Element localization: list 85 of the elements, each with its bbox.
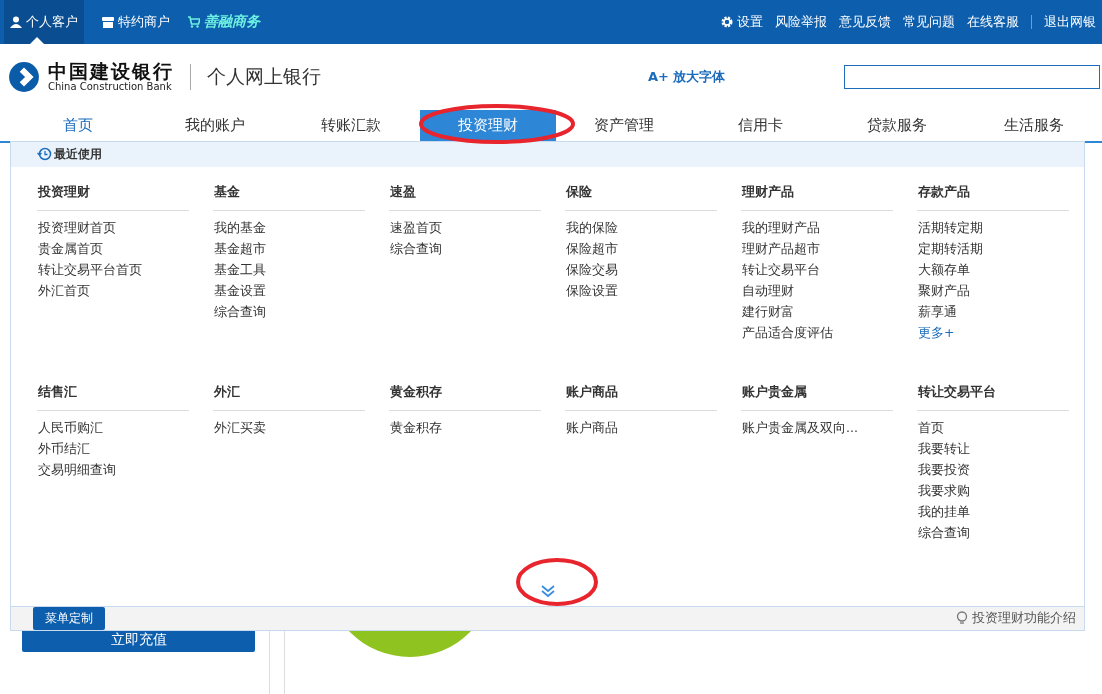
settings-icon [721, 16, 733, 28]
menu-link[interactable]: 理财产品超市 [741, 237, 893, 259]
menu-link[interactable]: 综合查询 [917, 521, 1069, 543]
section-title: 存款产品 [917, 182, 1069, 211]
menu-link[interactable]: 基金超市 [213, 237, 365, 259]
menu-link[interactable]: 保险设置 [565, 279, 717, 301]
top-link[interactable]: 特约商户 [102, 0, 170, 44]
person-icon [10, 16, 22, 28]
menu-link[interactable]: 账户贵金属及双向... [741, 416, 893, 438]
menu-link[interactable]: 基金设置 [213, 279, 365, 301]
nav-tab[interactable]: 生活服务 [965, 110, 1102, 141]
bank-logo-icon [8, 61, 40, 93]
recent-label: 最近使用 [54, 145, 102, 163]
nav-tab[interactable]: 我的账户 [146, 110, 283, 141]
menu-link[interactable]: 首页 [917, 416, 1069, 438]
menu-link[interactable]: 我的理财产品 [741, 216, 893, 238]
expand-chevron-icon[interactable] [539, 584, 556, 599]
section-title: 理财产品 [741, 182, 893, 211]
menu-link[interactable]: 更多+ [917, 321, 1069, 343]
section-title: 速盈 [389, 182, 541, 211]
menu-link[interactable]: 综合查询 [389, 237, 541, 259]
nav-tab[interactable]: 首页 [10, 110, 147, 141]
menu-link[interactable]: 保险交易 [565, 258, 717, 280]
menu-link[interactable]: 人民币购汇 [37, 416, 189, 438]
nav-tab[interactable]: 资产管理 [556, 110, 693, 141]
section-title: 保险 [565, 182, 717, 211]
menu-link[interactable]: 保险超市 [565, 237, 717, 259]
shop-icon [102, 16, 114, 28]
section-title: 外汇 [213, 382, 365, 411]
menu-link[interactable]: 账户商品 [565, 416, 717, 438]
section-title: 投资理财 [37, 182, 189, 211]
section-title: 账户贵金属 [741, 382, 893, 411]
cart-icon [188, 16, 200, 28]
enlarge-font-link[interactable]: A+ 放大字体 [648, 68, 838, 86]
menu-link[interactable]: 转让交易平台首页 [37, 258, 189, 280]
menu-link[interactable]: 外汇买卖 [213, 416, 365, 438]
menu-customize-button[interactable]: 菜单定制 [33, 606, 105, 630]
menu-link[interactable]: 活期转定期 [917, 216, 1069, 238]
search-field[interactable] [844, 65, 1100, 89]
bank-name: 中国建设银行 [48, 61, 174, 81]
top-link[interactable]: 在线客服 [967, 0, 1019, 44]
menu-link[interactable]: 建行财富 [741, 300, 893, 322]
menu-link[interactable]: 我要求购 [917, 479, 1069, 501]
top-link[interactable]: 善融商务 [188, 0, 260, 44]
menu-link[interactable]: 大额存单 [917, 258, 1069, 280]
section-title: 基金 [213, 182, 365, 211]
menu-link[interactable]: 我的保险 [565, 216, 717, 238]
menu-link[interactable]: 自动理财 [741, 279, 893, 301]
caret-icon [30, 37, 44, 44]
section-title: 结售汇 [37, 382, 189, 411]
feature-intro-link[interactable]: 投资理财功能介绍 [956, 609, 1076, 628]
section-title: 转让交易平台 [917, 382, 1069, 411]
menu-link[interactable]: 黄金积存 [389, 416, 541, 438]
section-title: 账户商品 [565, 382, 717, 411]
menu-link[interactable]: 综合查询 [213, 300, 365, 322]
menu-link[interactable]: 我要投资 [917, 458, 1069, 480]
menu-link[interactable]: 速盈首页 [389, 216, 541, 238]
nav-tab[interactable]: 贷款服务 [829, 110, 966, 141]
menu-link[interactable]: 定期转活期 [917, 237, 1069, 259]
nav-tab[interactable]: 转账汇款 [283, 110, 420, 141]
menu-link[interactable]: 外汇首页 [37, 279, 189, 301]
menu-link[interactable]: 基金工具 [213, 258, 365, 280]
top-link[interactable]: 风险举报 [775, 0, 827, 44]
menu-link[interactable]: 我的挂单 [917, 500, 1069, 522]
menu-link[interactable]: 产品适合度评估 [741, 321, 893, 343]
history-icon [37, 147, 52, 162]
menu-link[interactable]: 投资理财首页 [37, 216, 189, 238]
top-link[interactable]: 意见反馈 [839, 0, 891, 44]
section-title: 黄金积存 [389, 382, 541, 411]
menu-link[interactable]: 我的基金 [213, 216, 365, 238]
menu-link[interactable]: 交易明细查询 [37, 458, 189, 480]
nav-tab[interactable]: 信用卡 [692, 110, 829, 141]
site-title: 个人网上银行 [207, 64, 321, 89]
menu-link[interactable]: 我要转让 [917, 437, 1069, 459]
top-link[interactable]: 个人客户 [4, 0, 84, 44]
top-link[interactable]: 常见问题 [903, 0, 955, 44]
top-link[interactable]: 退出网银 [1044, 0, 1096, 44]
bank-name-english: China Construction Bank [48, 81, 173, 93]
menu-link[interactable]: 外币结汇 [37, 437, 189, 459]
lightbulb-icon [956, 611, 968, 626]
top-link[interactable]: 设置 [721, 0, 763, 44]
menu-link[interactable]: 贵金属首页 [37, 237, 189, 259]
menu-link[interactable]: 转让交易平台 [741, 258, 893, 280]
menu-link[interactable]: 聚财产品 [917, 279, 1069, 301]
menu-link[interactable]: 薪享通 [917, 300, 1069, 322]
